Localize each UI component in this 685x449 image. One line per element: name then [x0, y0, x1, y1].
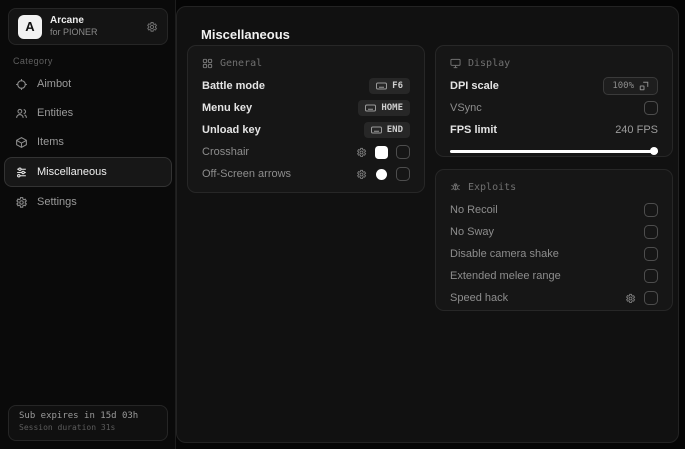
- fps-limit-slider[interactable]: [450, 147, 658, 155]
- no-sway-checkbox[interactable]: [644, 225, 658, 239]
- no-recoil-row: No Recoil: [450, 199, 658, 221]
- vsync-checkbox[interactable]: [644, 101, 658, 115]
- crosshair-checkbox[interactable]: [396, 145, 410, 159]
- unload-key-row: Unload key END: [202, 119, 410, 141]
- exploits-panel-header: Exploits: [450, 182, 658, 193]
- no-sway-row: No Sway: [450, 221, 658, 243]
- app-logo: A: [18, 14, 42, 39]
- sidebar-item-label: Items: [37, 136, 64, 148]
- display-panel-header: Display: [450, 58, 658, 69]
- no-sway-label: No Sway: [450, 226, 495, 238]
- disable-camera-shake-row: Disable camera shake: [450, 243, 658, 265]
- crosshair-color-swatch[interactable]: [375, 145, 388, 159]
- scale-icon: [639, 81, 649, 91]
- grid-icon: [202, 58, 213, 69]
- dpi-scale-button[interactable]: 100%: [603, 77, 658, 95]
- sidebar-item-label: Aimbot: [37, 78, 72, 90]
- keyboard-icon: [376, 82, 388, 90]
- unload-key-keybind: END: [386, 125, 403, 135]
- display-panel: Display DPI scale 100% VSync FPS limit 2…: [435, 45, 673, 157]
- menu-key-row: Menu key HOME: [202, 97, 410, 119]
- keyboard-icon: [370, 126, 382, 134]
- crosshair-label: Crosshair: [202, 146, 250, 158]
- sidebar-item-aimbot[interactable]: Aimbot: [4, 70, 172, 98]
- sidebar-item-items[interactable]: Items: [4, 128, 172, 156]
- sidebar-item-label: Miscellaneous: [37, 166, 107, 178]
- battle-mode-keybind: F6: [392, 81, 403, 91]
- exploits-panel: Exploits No Recoil No Sway Disable camer…: [435, 169, 673, 311]
- vsync-label: VSync: [450, 102, 482, 114]
- menu-key-keybind: HOME: [381, 103, 403, 113]
- app-subtitle: for PIONER: [50, 27, 98, 38]
- general-panel: General Battle mode F6 Menu key HOME Unl…: [187, 45, 425, 193]
- sidebar-item-miscellaneous[interactable]: Miscellaneous: [4, 157, 172, 187]
- brand-card: A Arcane for PIONER: [8, 8, 168, 45]
- slider-thumb[interactable]: [650, 147, 658, 155]
- fps-limit-label: FPS limit: [450, 124, 498, 136]
- cube-icon: [15, 136, 28, 149]
- offscreen-arrows-settings-gear-icon[interactable]: [356, 169, 367, 180]
- unload-key-keybind-button[interactable]: END: [363, 122, 410, 138]
- exploits-panel-title: Exploits: [468, 182, 517, 193]
- speed-hack-row: Speed hack: [450, 287, 658, 309]
- speed-hack-settings-gear-icon[interactable]: [625, 293, 636, 304]
- extended-melee-range-checkbox[interactable]: [644, 269, 658, 283]
- keyboard-icon: [365, 104, 377, 112]
- subscription-card: Sub expires in 15d 03h Session duration …: [8, 405, 168, 441]
- extended-melee-range-row: Extended melee range: [450, 265, 658, 287]
- vsync-row: VSync: [450, 97, 658, 119]
- page-title: Miscellaneous: [201, 27, 290, 42]
- gear-icon: [15, 196, 28, 209]
- sidebar: A Arcane for PIONER Category Aimbot Enti…: [0, 0, 176, 449]
- crosshair-settings-gear-icon[interactable]: [356, 147, 367, 158]
- slider-track: [450, 149, 658, 153]
- disable-camera-shake-label: Disable camera shake: [450, 248, 559, 260]
- sidebar-item-settings[interactable]: Settings: [4, 188, 172, 216]
- main-content: Miscellaneous General Battle mode F6 Men…: [176, 6, 679, 443]
- fps-limit-value: 240 FPS: [615, 124, 658, 136]
- unload-key-label: Unload key: [202, 124, 261, 136]
- crosshair-icon: [15, 78, 28, 91]
- session-duration-text: Session duration 31s: [19, 423, 116, 432]
- general-panel-header: General: [202, 58, 410, 69]
- menu-key-label: Menu key: [202, 102, 253, 114]
- sidebar-nav: Aimbot Entities Items Miscellaneous Sett…: [4, 70, 172, 217]
- battle-mode-label: Battle mode: [202, 80, 265, 92]
- sidebar-item-entities[interactable]: Entities: [4, 99, 172, 127]
- dpi-scale-label: DPI scale: [450, 80, 499, 92]
- brand-settings-icon[interactable]: [146, 21, 158, 33]
- no-recoil-label: No Recoil: [450, 204, 498, 216]
- monitor-icon: [450, 58, 461, 69]
- offscreen-arrows-row: Off-Screen arrows: [202, 163, 410, 185]
- bug-icon: [450, 182, 461, 193]
- sliders-icon: [15, 166, 28, 179]
- disable-camera-shake-checkbox[interactable]: [644, 247, 658, 261]
- display-panel-title: Display: [468, 58, 511, 69]
- offscreen-arrows-label: Off-Screen arrows: [202, 168, 292, 180]
- brand-text: Arcane for PIONER: [50, 15, 138, 39]
- menu-key-keybind-button[interactable]: HOME: [358, 100, 410, 116]
- speed-hack-label: Speed hack: [450, 292, 509, 304]
- crosshair-row: Crosshair: [202, 141, 410, 163]
- fps-limit-row: FPS limit 240 FPS: [450, 119, 658, 141]
- general-panel-title: General: [220, 58, 263, 69]
- battle-mode-keybind-button[interactable]: F6: [369, 78, 410, 94]
- offscreen-arrows-color-swatch[interactable]: [376, 168, 387, 180]
- extended-melee-range-label: Extended melee range: [450, 270, 561, 282]
- dpi-scale-value: 100%: [612, 81, 634, 91]
- speed-hack-checkbox[interactable]: [644, 291, 658, 305]
- sub-expires-text: Sub expires in 15d 03h: [19, 411, 139, 421]
- dpi-scale-row: DPI scale 100%: [450, 75, 658, 97]
- entities-icon: [15, 107, 28, 120]
- sidebar-item-label: Entities: [37, 107, 74, 119]
- app-name: Arcane: [50, 14, 84, 26]
- battle-mode-row: Battle mode F6: [202, 75, 410, 97]
- sidebar-item-label: Settings: [37, 196, 77, 208]
- category-label: Category: [13, 56, 53, 66]
- no-recoil-checkbox[interactable]: [644, 203, 658, 217]
- offscreen-arrows-checkbox[interactable]: [396, 167, 410, 181]
